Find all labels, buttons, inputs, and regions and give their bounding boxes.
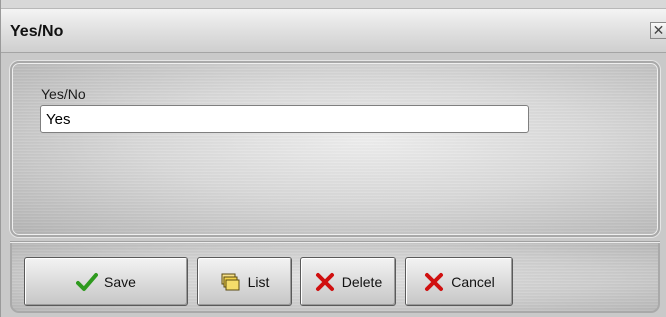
x-icon — [314, 272, 336, 292]
close-button[interactable]: ✕ — [650, 22, 666, 39]
close-icon: ✕ — [652, 22, 665, 38]
form-panel: Yes/No — [10, 61, 660, 237]
yes-no-input[interactable] — [40, 105, 529, 133]
delete-button[interactable]: Delete — [300, 257, 396, 306]
window-title: Yes/No — [10, 23, 64, 40]
save-button[interactable]: Save — [24, 257, 188, 306]
yes-no-field-label: Yes/No — [41, 86, 86, 102]
cancel-button[interactable]: Cancel — [405, 257, 513, 306]
x-icon — [423, 272, 445, 292]
list-button[interactable]: List — [197, 257, 292, 306]
dialog-body: Yes/No Save List — [1, 53, 666, 317]
list-label: List — [247, 273, 270, 290]
folders-icon — [220, 272, 242, 292]
title-bar[interactable]: Yes/No ✕ — [1, 8, 666, 53]
save-label: Save — [104, 273, 136, 290]
delete-label: Delete — [341, 273, 383, 290]
cancel-label: Cancel — [451, 273, 495, 290]
dialog-window: Yes/No ✕ Yes/No Save — [0, 0, 666, 317]
check-icon — [76, 272, 99, 292]
